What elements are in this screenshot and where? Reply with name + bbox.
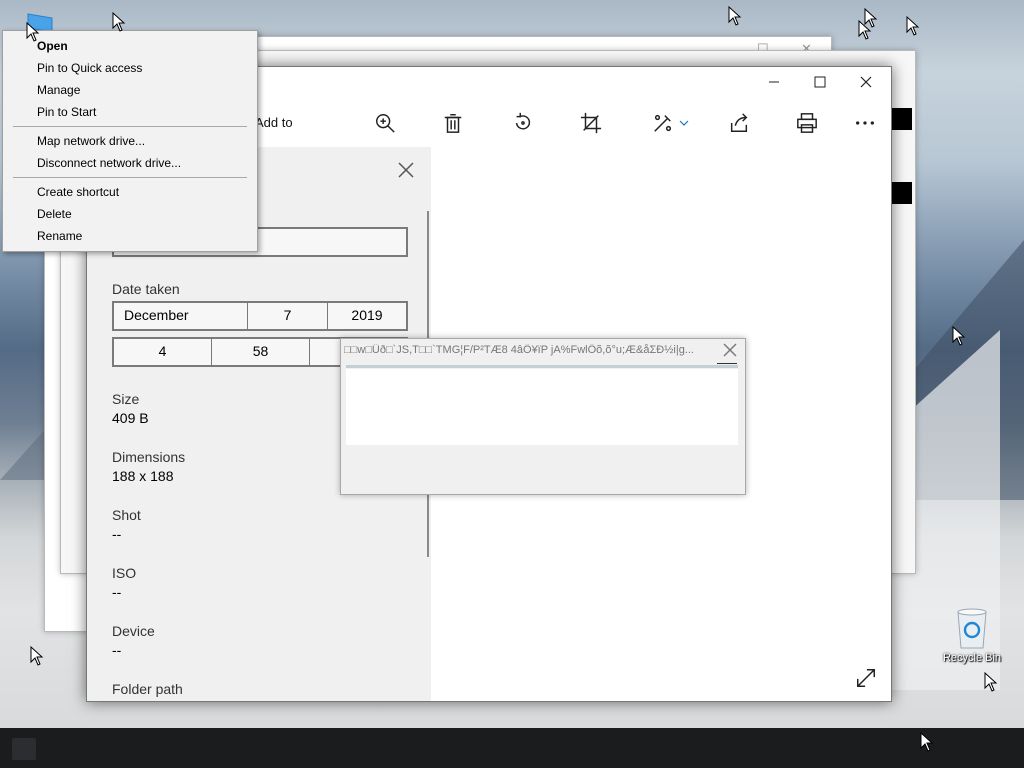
menu-separator xyxy=(13,126,247,127)
zoom-in-icon[interactable] xyxy=(369,107,401,139)
device-label: Device xyxy=(112,623,155,639)
cursor-icon xyxy=(728,5,742,26)
maximize-icon xyxy=(814,76,826,88)
day-field[interactable]: 7 xyxy=(248,303,328,329)
iso-value: -- xyxy=(112,584,122,600)
menu-item-pin-start[interactable]: Pin to Start xyxy=(37,105,96,119)
dialog-focus-line xyxy=(717,363,737,364)
menu-item-disconnect-network-drive[interactable]: Disconnect network drive... xyxy=(37,156,181,170)
cursor-icon xyxy=(984,671,998,692)
close-pane-button[interactable] xyxy=(397,161,419,183)
cursor-icon xyxy=(858,19,872,40)
dimensions-label: Dimensions xyxy=(112,449,186,465)
more-icon[interactable] xyxy=(849,107,881,139)
cursor-icon xyxy=(920,731,934,752)
maximize-button[interactable] xyxy=(797,67,843,99)
dialog-body xyxy=(346,369,738,445)
add-to-button[interactable]: Add to xyxy=(255,115,293,130)
size-value: 409 B xyxy=(112,410,149,426)
start-button[interactable] xyxy=(12,738,36,760)
menu-item-pin-quick-access[interactable]: Pin to Quick access xyxy=(37,61,142,75)
minimize-button[interactable] xyxy=(751,67,797,99)
cursor-icon xyxy=(952,325,966,346)
minute-field[interactable]: 58 xyxy=(212,339,310,365)
taskbar xyxy=(0,728,1024,768)
close-icon xyxy=(860,76,872,88)
cursor-icon xyxy=(30,645,44,666)
close-button[interactable] xyxy=(843,67,889,99)
date-taken-label: Date taken xyxy=(112,281,180,297)
menu-item-manage[interactable]: Manage xyxy=(37,83,80,97)
expand-icon[interactable] xyxy=(855,667,877,689)
menu-separator xyxy=(13,177,247,178)
crop-icon[interactable] xyxy=(575,107,607,139)
cursor-icon xyxy=(112,11,126,32)
recycle-bin-icon xyxy=(952,604,992,650)
dialog-close-button[interactable] xyxy=(723,343,739,359)
dialog-progress-bar xyxy=(346,365,738,368)
shot-label: Shot xyxy=(112,507,141,523)
message-dialog[interactable]: □□w□Üð□`JS,T□□`TMG¦F/P²TÆ8 4âÖ¥ïP jA%Fwl… xyxy=(340,338,746,495)
menu-item-delete[interactable]: Delete xyxy=(37,207,72,221)
close-icon xyxy=(723,343,737,357)
menu-item-open[interactable]: Open xyxy=(37,39,68,53)
recycle-bin-shortcut[interactable]: Recycle Bin xyxy=(936,604,1008,664)
cursor-icon xyxy=(26,21,40,42)
close-icon xyxy=(398,162,414,178)
menu-item-map-network-drive[interactable]: Map network drive... xyxy=(37,134,145,148)
rotate-icon[interactable] xyxy=(507,107,539,139)
hour-field[interactable]: 4 xyxy=(114,339,212,365)
menu-item-rename[interactable]: Rename xyxy=(37,229,82,243)
share-icon[interactable] xyxy=(723,107,755,139)
dialog-title: □□w□Üð□`JS,T□□`TMG¦F/P²TÆ8 4âÖ¥ïP jA%Fwl… xyxy=(344,344,694,356)
context-menu: Open Pin to Quick access Manage Pin to S… xyxy=(2,30,258,252)
device-value: -- xyxy=(112,642,122,658)
chevron-down-icon[interactable] xyxy=(673,107,695,139)
month-field[interactable]: December xyxy=(114,303,248,329)
size-label: Size xyxy=(112,391,140,407)
shot-value: -- xyxy=(112,526,122,542)
cursor-icon xyxy=(906,15,920,36)
minimize-icon xyxy=(769,81,779,83)
menu-item-create-shortcut[interactable]: Create shortcut xyxy=(37,185,119,199)
year-field[interactable]: 2019 xyxy=(328,303,406,329)
print-icon[interactable] xyxy=(791,107,823,139)
dimensions-value: 188 x 188 xyxy=(112,468,174,484)
date-picker[interactable]: December 7 2019 xyxy=(112,301,408,331)
iso-label: ISO xyxy=(112,565,137,581)
folder-path-label: Folder path xyxy=(112,681,183,697)
recycle-bin-label: Recycle Bin xyxy=(942,652,1002,664)
delete-icon[interactable] xyxy=(437,107,469,139)
